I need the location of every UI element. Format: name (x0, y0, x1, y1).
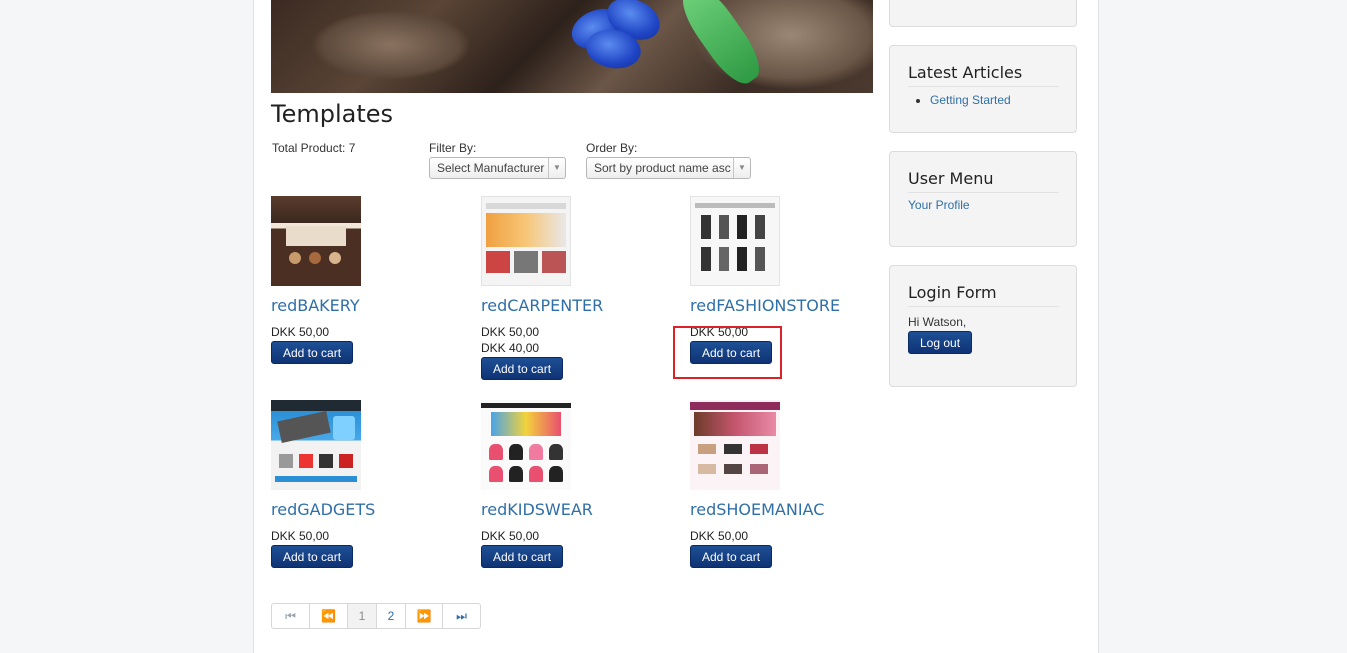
order-by-value: Sort by product name asc (594, 161, 731, 175)
product-name-link[interactable]: redBAKERY (271, 296, 471, 316)
product-card: redBAKERY DKK 50,00 Add to cart (271, 196, 471, 364)
add-to-cart-button[interactable]: Add to cart (690, 545, 773, 568)
product-thumbnail[interactable] (690, 400, 780, 490)
product-price: DKK 50,00 (271, 529, 330, 543)
page-title: Templates (271, 100, 394, 128)
dropdown-arrow-icon: ▼ (548, 158, 565, 178)
add-to-cart-button[interactable]: Add to cart (481, 357, 564, 380)
product-price: DKK 50,00 (690, 529, 749, 543)
page-link-1[interactable]: 1 (347, 604, 376, 628)
pagination: ⏮ ⏪ 1 2 ⏩ ⏭ (271, 603, 481, 629)
latest-articles-module: Latest Articles Getting Started (889, 45, 1077, 133)
product-name-link[interactable]: redSHOEMANIAC (690, 500, 890, 520)
product-thumbnail[interactable] (271, 196, 361, 286)
user-menu-module: User Menu Your Profile (889, 151, 1077, 247)
login-form-module: Login Form Hi Watson, Log out (889, 265, 1077, 387)
user-menu-title: User Menu (908, 169, 1059, 193)
product-price: DKK 50,00 (271, 325, 330, 339)
product-thumbnail[interactable] (481, 400, 571, 490)
manufacturer-filter-select[interactable]: Select Manufacturer ▼ (429, 157, 566, 179)
product-card: redSHOEMANIAC DKK 50,00 Add to cart (690, 400, 890, 568)
sidebar-module-top (889, 0, 1077, 27)
next-page-icon[interactable]: ⏩ (405, 604, 442, 628)
product-thumbnail[interactable] (690, 196, 780, 286)
product-card: redCARPENTER DKK 50,00 DKK 40,00 Add to … (481, 196, 681, 380)
product-name-link[interactable]: redGADGETS (271, 500, 471, 520)
product-name-link[interactable]: redFASHIONSTORE (690, 296, 890, 316)
last-page-icon[interactable]: ⏭ (442, 604, 480, 628)
order-by-select[interactable]: Sort by product name asc ▼ (586, 157, 751, 179)
log-out-button[interactable]: Log out (908, 331, 973, 354)
login-form-title: Login Form (908, 283, 1059, 307)
add-to-cart-button[interactable]: Add to cart (271, 341, 354, 364)
product-discount-price: DKK 40,00 (481, 341, 540, 355)
add-to-cart-button[interactable]: Add to cart (271, 545, 354, 568)
total-product-count: Total Product: 7 (272, 141, 356, 155)
order-label: Order By: (586, 141, 638, 155)
product-thumbnail[interactable] (271, 400, 361, 490)
latest-articles-title: Latest Articles (908, 63, 1059, 87)
filter-label: Filter By: (429, 141, 477, 155)
page-link-2[interactable]: 2 (376, 604, 405, 628)
greeting-text: Hi Watson, (908, 315, 967, 329)
product-card: redKIDSWEAR DKK 50,00 Add to cart (481, 400, 681, 568)
highlight-box (673, 326, 782, 379)
manufacturer-filter-value: Select Manufacturer (437, 161, 545, 175)
product-price: DKK 50,00 (481, 529, 540, 543)
latest-articles-list: Getting Started (908, 93, 1059, 107)
product-price: DKK 50,00 (481, 325, 540, 339)
article-link-getting-started[interactable]: Getting Started (930, 93, 1011, 107)
product-name-link[interactable]: redCARPENTER (481, 296, 681, 316)
first-page-icon[interactable]: ⏮ (272, 604, 309, 628)
your-profile-link[interactable]: Your Profile (908, 198, 970, 212)
product-thumbnail[interactable] (481, 196, 571, 286)
product-card: redGADGETS DKK 50,00 Add to cart (271, 400, 471, 568)
previous-page-icon[interactable]: ⏪ (309, 604, 347, 628)
list-item: Getting Started (930, 93, 1059, 107)
add-to-cart-button[interactable]: Add to cart (481, 545, 564, 568)
dropdown-arrow-icon: ▼ (733, 158, 750, 178)
product-name-link[interactable]: redKIDSWEAR (481, 500, 681, 520)
header-banner-image (271, 0, 873, 93)
